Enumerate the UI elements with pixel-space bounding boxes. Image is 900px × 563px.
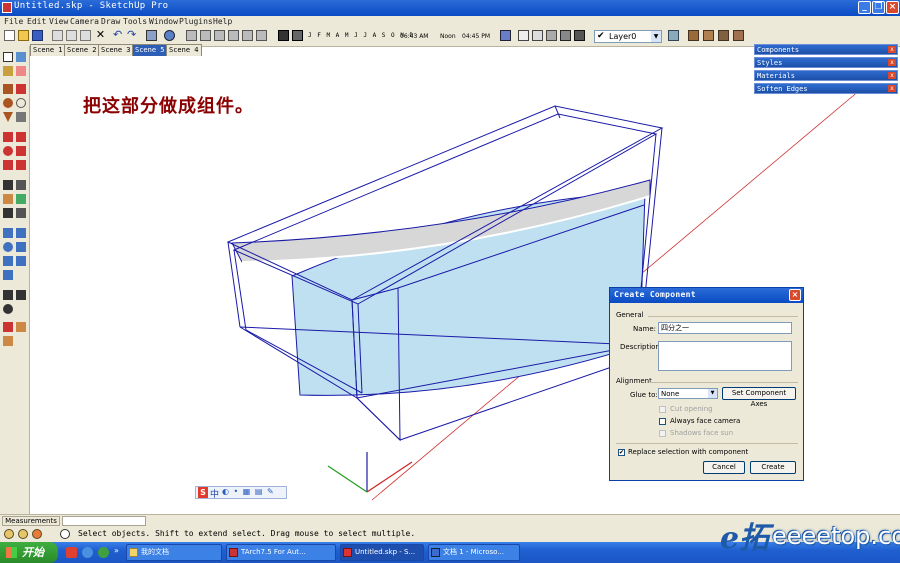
replace-selection-checkbox[interactable]: ✔ (618, 449, 625, 456)
start-button[interactable]: 开始 (0, 542, 58, 563)
tray-soften-edges-label: Soften Edges (757, 85, 808, 93)
help-icon[interactable] (60, 529, 70, 539)
dialog-title: Create Component (614, 290, 696, 299)
instruction-caption: 把这部分做成组件。 (83, 96, 254, 117)
tray-styles[interactable]: Styles x (754, 57, 898, 68)
task-label: 我的文档 (141, 548, 169, 556)
always-face-camera-checkbox[interactable] (659, 418, 666, 425)
measurements-input[interactable] (62, 516, 146, 526)
tray-styles-label: Styles (757, 59, 783, 67)
start-label: 开始 (22, 546, 44, 559)
glue-to-select[interactable]: None ▼ (658, 388, 718, 399)
general-group-label: General (616, 311, 644, 319)
task-label: 文档 1 - Microso... (443, 548, 504, 556)
general-divider (648, 316, 798, 317)
tray-close-icon[interactable]: x (888, 46, 896, 53)
dialog-close-button[interactable]: × (789, 289, 801, 301)
chevron-down-icon[interactable]: ▼ (708, 389, 717, 398)
glue-to-label: Glue to: (630, 391, 658, 399)
watermark-logo: e拓 (720, 521, 770, 556)
tray-soften-edges[interactable]: Soften Edges x (754, 83, 898, 94)
sogou-logo-icon: S (198, 487, 208, 498)
quicklaunch-expand-icon[interactable]: » (114, 546, 119, 555)
measurements-label: Measurements (2, 516, 60, 526)
status-text: Select objects. Shift to extend select. … (78, 529, 416, 538)
name-label: Name: (633, 325, 657, 333)
tarch-icon (229, 548, 238, 557)
shadows-face-sun-label: Shadows face sun (670, 429, 734, 437)
word-icon (431, 548, 440, 557)
tray-materials[interactable]: Materials x (754, 70, 898, 81)
tray-close-icon[interactable]: x (888, 85, 896, 92)
dialog-title-bar[interactable]: Create Component × (610, 288, 803, 303)
geo-location-icon[interactable] (4, 529, 14, 539)
create-button[interactable]: Create (750, 461, 796, 474)
set-component-axes-button[interactable]: Set Component Axes (722, 387, 796, 408)
task-label: TArch7.5 For Aut... (241, 548, 306, 556)
tray-close-icon[interactable]: x (888, 59, 896, 66)
windows-flag-icon (6, 547, 17, 558)
description-label: Description: (620, 343, 663, 351)
task-word[interactable]: 文档 1 - Microso... (428, 544, 520, 561)
task-tarch[interactable]: TArch7.5 For Aut... (226, 544, 336, 561)
folder-icon (129, 548, 138, 557)
shadows-face-sun-checkbox[interactable] (659, 430, 666, 437)
quicklaunch-icon[interactable] (98, 547, 109, 558)
cancel-button[interactable]: Cancel (703, 461, 745, 474)
tray-materials-label: Materials (757, 72, 795, 80)
alignment-divider (650, 382, 798, 383)
task-sketchup[interactable]: Untitled.skp - S... (340, 544, 424, 561)
red-axis (366, 461, 413, 493)
options-divider (616, 443, 798, 444)
cut-opening-label: Cut opening (670, 405, 713, 413)
description-field[interactable] (658, 341, 792, 371)
credits-icon[interactable] (18, 529, 28, 539)
green-axis (327, 465, 368, 493)
tray-components[interactable]: Components x (754, 44, 898, 55)
replace-selection-label: Replace selection with component (628, 448, 749, 456)
task-my-documents[interactable]: 我的文档 (126, 544, 222, 561)
ie-icon[interactable] (82, 547, 93, 558)
always-face-camera-label: Always face camera (670, 417, 741, 425)
tray-close-icon[interactable]: x (888, 72, 896, 79)
watermark-text: eeeetop.com (772, 522, 900, 550)
ime-chinese-mode[interactable]: 中 (210, 487, 219, 500)
glue-to-value: None (661, 390, 680, 398)
user-icon[interactable] (32, 529, 42, 539)
sketchup-icon (343, 548, 352, 557)
ime-tools-icons[interactable]: ◐ • ▦ ▤ ✎ (222, 487, 275, 496)
quicklaunch-icon[interactable] (66, 547, 77, 558)
alignment-group-label: Alignment (616, 377, 652, 385)
ime-toolbar[interactable]: S 中 ◐ • ▦ ▤ ✎ (195, 486, 287, 500)
name-field[interactable]: 四分之一 (658, 322, 792, 334)
cut-opening-checkbox[interactable] (659, 406, 666, 413)
tray-components-label: Components (757, 46, 800, 54)
task-label: Untitled.skp - S... (355, 548, 416, 556)
create-component-dialog: Create Component × General Name: 四分之一 De… (609, 287, 804, 481)
